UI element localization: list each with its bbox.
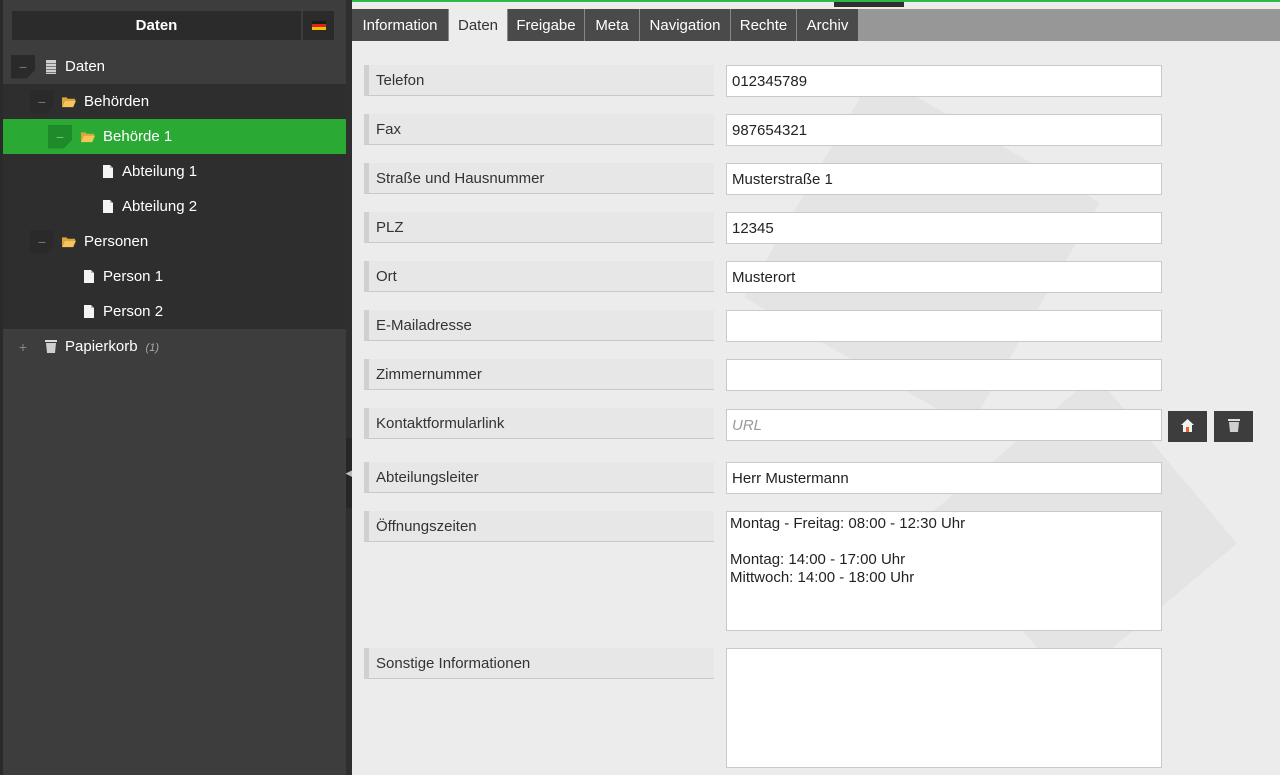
fax-field[interactable] <box>726 114 1162 146</box>
tree-item-daten[interactable]: − Daten <box>3 49 346 84</box>
room-number-field[interactable] <box>726 359 1162 391</box>
tree-item-person-2[interactable]: Person 2 <box>3 294 346 329</box>
field-label: Abteilungsleiter <box>364 462 714 493</box>
field-label: Sonstige Informationen <box>364 648 714 679</box>
tree-item-label: Daten <box>65 58 106 75</box>
tree-item-label: Person 1 <box>103 268 164 285</box>
tab-navigation[interactable]: Navigation <box>640 9 731 41</box>
tree-item-label: Person 2 <box>103 303 164 320</box>
field-label: Kontaktformularlink <box>364 408 714 439</box>
tree-item-papierkorb[interactable]: + Papierkorb (1) <box>3 329 346 364</box>
expand-toggle[interactable]: + <box>11 335 35 359</box>
tab-daten[interactable]: Daten <box>449 9 508 41</box>
tab-information[interactable]: Information <box>352 9 449 41</box>
item-count-badge: (1) <box>145 342 159 354</box>
tree-item-label: Behörden <box>84 93 150 110</box>
clear-link-button[interactable] <box>1214 411 1253 442</box>
internal-link-button[interactable] <box>1168 411 1207 442</box>
tree-item-label: Behörde 1 <box>103 128 173 145</box>
tab-archiv[interactable]: Archiv <box>797 9 858 41</box>
tree-item-label-wrap: Papierkorb (1) <box>65 338 159 355</box>
tab-rechte[interactable]: Rechte <box>731 9 797 41</box>
tree-panel: Daten − Daten − Behörden − Behörde 1 Abt… <box>0 0 346 775</box>
language-button[interactable] <box>303 11 334 40</box>
home-icon <box>1181 418 1194 435</box>
de-flag-icon <box>311 21 326 30</box>
zip-field[interactable] <box>726 212 1162 244</box>
field-label: Fax <box>364 114 714 145</box>
other-info-field[interactable] <box>726 648 1162 768</box>
field-label: PLZ <box>364 212 714 243</box>
collapse-toggle[interactable]: − <box>48 124 72 149</box>
field-label: Straße und Hausnummer <box>364 163 714 194</box>
document-icon <box>82 270 96 284</box>
tree-header: Daten <box>12 11 301 40</box>
document-icon <box>82 305 96 319</box>
tree-item-abteilung-1[interactable]: Abteilung 1 <box>3 154 346 189</box>
collapse-toggle[interactable]: − <box>30 229 54 254</box>
collapse-toggle[interactable]: − <box>11 54 35 79</box>
tree-item-behoerden[interactable]: − Behörden <box>3 84 346 119</box>
street-field[interactable] <box>726 163 1162 195</box>
trash-icon <box>1227 418 1240 435</box>
document-icon <box>101 200 115 214</box>
tree-item-label: Abteilung 2 <box>122 198 198 215</box>
field-label: Ort <box>364 261 714 292</box>
field-label: Öffnungszeiten <box>364 511 714 542</box>
tree-item-abteilung-2[interactable]: Abteilung 2 <box>3 189 346 224</box>
folder-open-icon <box>62 235 76 249</box>
tree-item-label: Abteilung 1 <box>122 163 198 180</box>
database-icon <box>44 59 58 74</box>
telefon-field[interactable] <box>726 65 1162 97</box>
tree-item-behoerde-1[interactable]: − Behörde 1 <box>3 119 346 154</box>
collapse-top-handle[interactable] <box>834 2 904 7</box>
tab-freigabe[interactable]: Freigabe <box>508 9 585 41</box>
tab-meta[interactable]: Meta <box>585 9 640 41</box>
tree-item-label: Papierkorb <box>65 338 138 355</box>
city-field[interactable] <box>726 261 1162 293</box>
tree-item-label: Personen <box>84 233 149 250</box>
email-field[interactable] <box>726 310 1162 342</box>
collapse-toggle[interactable]: − <box>30 89 54 114</box>
tree-item-personen[interactable]: − Personen <box>3 224 346 259</box>
field-label: Telefon <box>364 65 714 96</box>
contact-link-field[interactable] <box>726 409 1162 441</box>
top-accent-line <box>352 0 1280 2</box>
field-label: E-Mailadresse <box>364 310 714 341</box>
tree-item-person-1[interactable]: Person 1 <box>3 259 346 294</box>
folder-open-icon <box>81 130 95 144</box>
field-label: Zimmernummer <box>364 359 714 390</box>
opening-hours-field[interactable]: Montag - Freitag: 08:00 - 12:30 Uhr Mont… <box>726 511 1162 631</box>
department-head-field[interactable] <box>726 462 1162 494</box>
trash-icon <box>44 340 58 354</box>
document-icon <box>101 165 115 179</box>
folder-open-icon <box>62 95 76 109</box>
